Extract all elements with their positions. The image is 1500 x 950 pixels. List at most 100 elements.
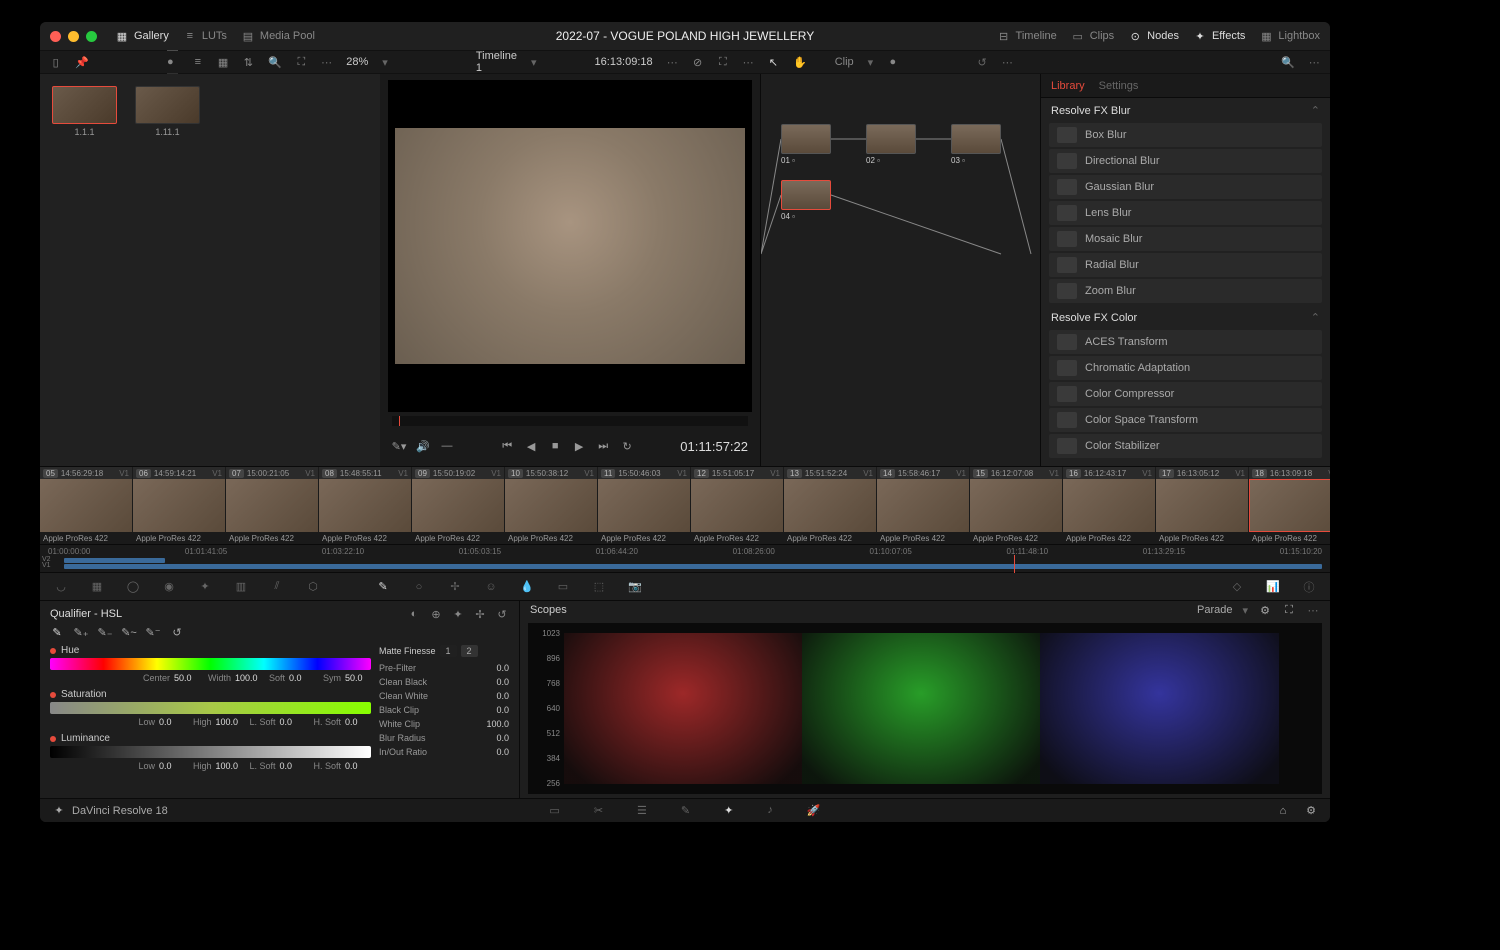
pin-icon[interactable]: 📌 (75, 55, 89, 69)
mini-timeline[interactable]: 01:00:00:0001:01:41:0501:03:22:1001:05:0… (40, 544, 1330, 572)
more-icon[interactable]: ⋯ (1306, 603, 1320, 617)
sat-lsoft-value[interactable]: 0.0 (279, 717, 305, 727)
node-03[interactable]: 03 ▫ (951, 124, 1001, 165)
node-01[interactable]: 01 ▫ (781, 124, 831, 165)
scope-settings-icon[interactable]: ⚙ (1258, 603, 1272, 617)
reset-icon[interactable]: ↺ (170, 625, 184, 639)
list-icon[interactable]: ≡ (192, 55, 203, 69)
clip-thumbnail[interactable]: 0514:56:29:18V1Apple ProRes 422 (40, 467, 132, 544)
channels-icon[interactable]: ⫽ (268, 578, 286, 596)
fx-item[interactable]: Color Space Transform (1049, 408, 1322, 432)
lum-hsoft-value[interactable]: 0.0 (345, 761, 371, 771)
rgb-icon[interactable]: ⊕ (429, 607, 443, 621)
clip-thumbnail[interactable]: 1816:13:09:18V1Apple ProRes 422 (1249, 467, 1330, 544)
page-fusion[interactable]: ✎ (681, 804, 690, 817)
fx-item[interactable]: Gaussian Blur (1049, 175, 1322, 199)
hue-slider[interactable] (50, 658, 371, 670)
tab-clips[interactable]: ▭Clips (1071, 29, 1114, 43)
node-mode[interactable]: Clip (835, 56, 854, 68)
primary-icon[interactable]: ◉ (160, 578, 178, 596)
hexagon-icon[interactable]: ⬡ (304, 578, 322, 596)
viewer-zoom[interactable]: 28% (346, 56, 368, 68)
fullscreen-icon[interactable]: ⛶ (717, 55, 728, 69)
matte-param[interactable]: Blur Radius0.0 (379, 731, 509, 745)
matte-param[interactable]: In/Out Ratio0.0 (379, 745, 509, 759)
effects-tab-library[interactable]: Library (1051, 80, 1085, 92)
picker-add-icon[interactable]: ✎₊ (74, 625, 88, 639)
matte-tab-1[interactable]: 1 (440, 645, 457, 657)
matte-param[interactable]: Pre-Filter0.0 (379, 661, 509, 675)
window-icon[interactable]: ○ (410, 578, 428, 596)
record-icon[interactable]: ● (887, 55, 898, 69)
hsl-icon[interactable]: ◐ (407, 607, 421, 621)
wheel-icon[interactable]: ◯ (124, 578, 142, 596)
fx-section-header[interactable]: Resolve FX Color⌃ (1041, 305, 1330, 330)
page-color[interactable]: ✦ (724, 804, 733, 817)
clip-thumbnail[interactable]: 1015:50:38:12V1Apple ProRes 422 (505, 467, 597, 544)
next-frame-icon[interactable]: ⏭ (596, 439, 610, 453)
page-fairlight[interactable]: ♪ (767, 804, 773, 817)
matte-param[interactable]: Black Clip0.0 (379, 703, 509, 717)
fx-item[interactable]: Zoom Blur (1049, 279, 1322, 303)
sort-icon[interactable]: ⇅ (243, 55, 254, 69)
first-frame-icon[interactable]: ⏮ (500, 439, 514, 453)
arrow-icon[interactable]: ↖ (768, 55, 779, 69)
sat-hsoft-value[interactable]: 0.0 (345, 717, 371, 727)
picker-invert-icon[interactable]: ✎⁻ (146, 625, 160, 639)
hue-center-value[interactable]: 50.0 (174, 673, 200, 683)
clip-thumbnail[interactable]: 1315:51:52:24V1Apple ProRes 422 (784, 467, 876, 544)
magic-mask-icon[interactable]: ☺ (482, 578, 500, 596)
clip-thumbnail[interactable]: 0815:48:55:11V1Apple ProRes 422 (319, 467, 411, 544)
fx-item[interactable]: Mosaic Blur (1049, 227, 1322, 251)
more-icon[interactable]: ⋯ (1002, 55, 1013, 69)
loop-icon[interactable]: ↻ (620, 439, 634, 453)
clip-thumbnail[interactable]: 1415:58:46:17V1Apple ProRes 422 (877, 467, 969, 544)
matte-param[interactable]: White Clip100.0 (379, 717, 509, 731)
key-icon[interactable]: ▭ (554, 578, 572, 596)
prev-frame-icon[interactable]: ◀ (524, 439, 538, 453)
tab-effects[interactable]: ✦Effects (1193, 29, 1245, 43)
page-media[interactable]: ▭ (549, 804, 559, 817)
plus-icon[interactable]: ✦ (451, 607, 465, 621)
node-graph[interactable]: 01 ▫02 ▫03 ▫04 ▫ (761, 74, 1040, 442)
effects-tab-settings[interactable]: Settings (1099, 80, 1139, 92)
fx-item[interactable]: Directional Blur (1049, 149, 1322, 173)
layout-icon[interactable]: ▯ (50, 55, 61, 69)
clip-thumbnail[interactable]: 1516:12:07:08V1Apple ProRes 422 (970, 467, 1062, 544)
clip-thumbnail[interactable]: 0915:50:19:02V1Apple ProRes 422 (412, 467, 504, 544)
curves-icon[interactable]: ◡ (52, 578, 70, 596)
keyframe-icon[interactable]: ◇ (1228, 578, 1246, 596)
page-cut[interactable]: ✂ (594, 804, 603, 817)
reset-icon[interactable]: ↺ (976, 55, 987, 69)
minus-icon[interactable]: ✢ (473, 607, 487, 621)
hue-soft-value[interactable]: 0.0 (289, 673, 315, 683)
more-icon[interactable]: ⋯ (321, 55, 332, 69)
fx-item[interactable]: Color Stabilizer (1049, 434, 1322, 458)
timeline-name[interactable]: Timeline 1 (476, 50, 517, 74)
warper-icon[interactable]: ▦ (88, 578, 106, 596)
play-icon[interactable]: ▶ (572, 439, 586, 453)
fx-item[interactable]: Color Compressor (1049, 382, 1322, 406)
reset-icon[interactable]: ↺ (495, 607, 509, 621)
search-icon[interactable]: 🔍 (1281, 55, 1295, 69)
fx-item[interactable]: Lens Blur (1049, 201, 1322, 225)
qualifier-icon[interactable]: ✎ (374, 578, 392, 596)
sat-slider[interactable] (50, 702, 371, 714)
close-icon[interactable] (50, 31, 61, 42)
picker-sub-icon[interactable]: ✎₋ (98, 625, 112, 639)
picker-icon[interactable]: ✎ (50, 625, 64, 639)
hue-sym-value[interactable]: 50.0 (345, 673, 371, 683)
clip-thumbnail[interactable]: 0614:59:14:21V1Apple ProRes 422 (133, 467, 225, 544)
node-04[interactable]: 04 ▫ (781, 180, 831, 221)
bypass-icon[interactable]: ⊘ (692, 55, 703, 69)
tab-lightbox[interactable]: ▦Lightbox (1259, 29, 1320, 43)
matte-param[interactable]: Clean White0.0 (379, 689, 509, 703)
page-edit[interactable]: ☰ (637, 804, 647, 817)
matte-tab-2[interactable]: 2 (461, 645, 478, 657)
more-icon[interactable]: ⋯ (667, 55, 678, 69)
info-icon[interactable]: ⓘ (1300, 578, 1318, 596)
hue-width-value[interactable]: 100.0 (235, 673, 261, 683)
fx-item[interactable]: ACES Transform (1049, 330, 1322, 354)
grid-icon[interactable]: ▦ (218, 55, 229, 69)
expand-icon[interactable]: ⛶ (296, 55, 307, 69)
